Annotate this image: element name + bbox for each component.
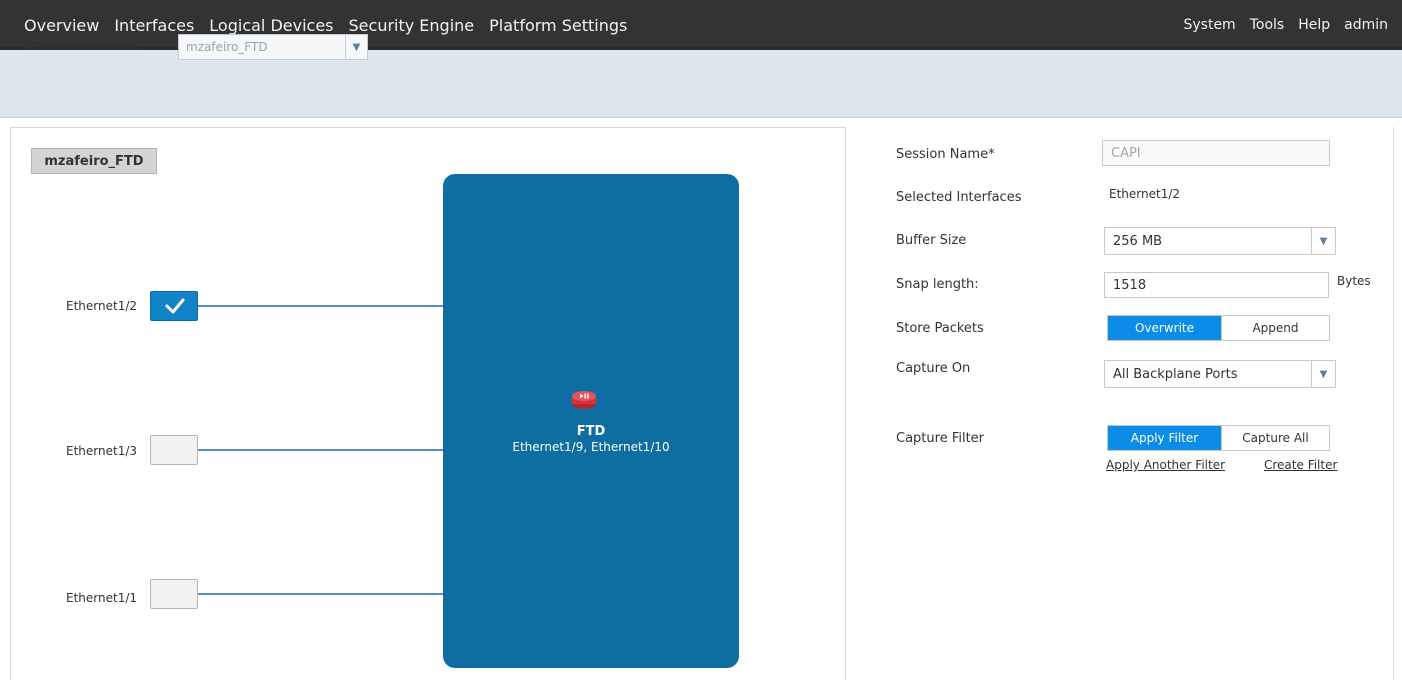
snap-length-unit: Bytes	[1337, 274, 1371, 288]
instance-label: Select an instance:	[22, 39, 147, 54]
chevron-down-icon[interactable]: ▼	[1311, 361, 1335, 387]
session-name-input[interactable]: CAPI	[1102, 140, 1330, 166]
logical-device-ftd	[443, 174, 739, 668]
instance-bar	[0, 50, 1402, 118]
chevron-down-icon[interactable]: ▼	[345, 35, 367, 59]
nav-tools[interactable]: Tools	[1250, 17, 1285, 33]
interface-checkbox-ethernet1-1[interactable]	[150, 579, 198, 609]
append-button[interactable]: Append	[1221, 316, 1329, 340]
interface-label: Ethernet1/1	[66, 591, 138, 605]
create-filter-link[interactable]: Create Filter	[1264, 458, 1337, 472]
device-name: FTD	[576, 424, 606, 439]
nav-overview[interactable]: Overview	[24, 16, 99, 35]
capture-on-select[interactable]: All Backplane Ports ▼	[1104, 360, 1336, 388]
interface-checkbox-ethernet1-2[interactable]	[150, 291, 198, 321]
capture-filter-label: Capture Filter	[896, 431, 985, 446]
nav-help[interactable]: Help	[1298, 17, 1330, 33]
link-ethernet1-1	[198, 593, 443, 595]
snap-length-label: Snap length:	[896, 277, 979, 292]
overwrite-button[interactable]: Overwrite	[1108, 316, 1221, 340]
capture-on-value: All Backplane Ports	[1113, 367, 1238, 382]
firewall-icon	[572, 391, 596, 409]
store-packets-toggle: Overwrite Append	[1107, 315, 1330, 341]
nav-user-admin[interactable]: admin	[1344, 17, 1388, 33]
capture-all-button[interactable]: Capture All	[1221, 426, 1329, 450]
selected-interfaces-value: Ethernet1/2	[1109, 187, 1181, 201]
nav-interfaces[interactable]: Interfaces	[114, 16, 194, 35]
interface-checkbox-ethernet1-3[interactable]	[150, 435, 198, 465]
snap-length-input[interactable]: 1518	[1104, 272, 1329, 298]
store-packets-label: Store Packets	[896, 321, 984, 336]
utility-nav: System Tools Help admin	[1183, 0, 1388, 50]
check-icon	[165, 298, 185, 314]
instance-select-value: mzafeiro_FTD	[186, 40, 268, 54]
buffer-size-select[interactable]: 256 MB ▼	[1104, 227, 1336, 255]
nav-platform-settings[interactable]: Platform Settings	[489, 16, 627, 35]
instance-tab: mzafeiro_FTD	[31, 148, 157, 174]
session-name-label: Session Name*	[896, 147, 995, 162]
buffer-size-label: Buffer Size	[896, 233, 967, 248]
device-interfaces: Ethernet1/9, Ethernet1/10	[512, 440, 670, 454]
apply-another-filter-link[interactable]: Apply Another Filter	[1106, 458, 1225, 472]
selected-interfaces-label: Selected Interfaces	[896, 190, 1022, 205]
nav-security-engine[interactable]: Security Engine	[349, 16, 475, 35]
apply-filter-button[interactable]: Apply Filter	[1108, 426, 1221, 450]
capture-session-form	[846, 127, 1394, 680]
interface-label: Ethernet1/2	[66, 299, 138, 313]
link-ethernet1-2	[198, 305, 443, 307]
instance-select[interactable]: mzafeiro_FTD ▼	[178, 34, 368, 60]
buffer-size-value: 256 MB	[1113, 234, 1163, 249]
nav-system[interactable]: System	[1183, 17, 1235, 33]
link-ethernet1-3	[198, 449, 443, 451]
chevron-down-icon[interactable]: ▼	[1311, 228, 1335, 254]
nav-logical-devices[interactable]: Logical Devices	[209, 16, 333, 35]
capture-on-label: Capture On	[896, 361, 971, 376]
capture-filter-toggle: Apply Filter Capture All	[1107, 425, 1330, 451]
interface-label: Ethernet1/3	[66, 444, 138, 458]
